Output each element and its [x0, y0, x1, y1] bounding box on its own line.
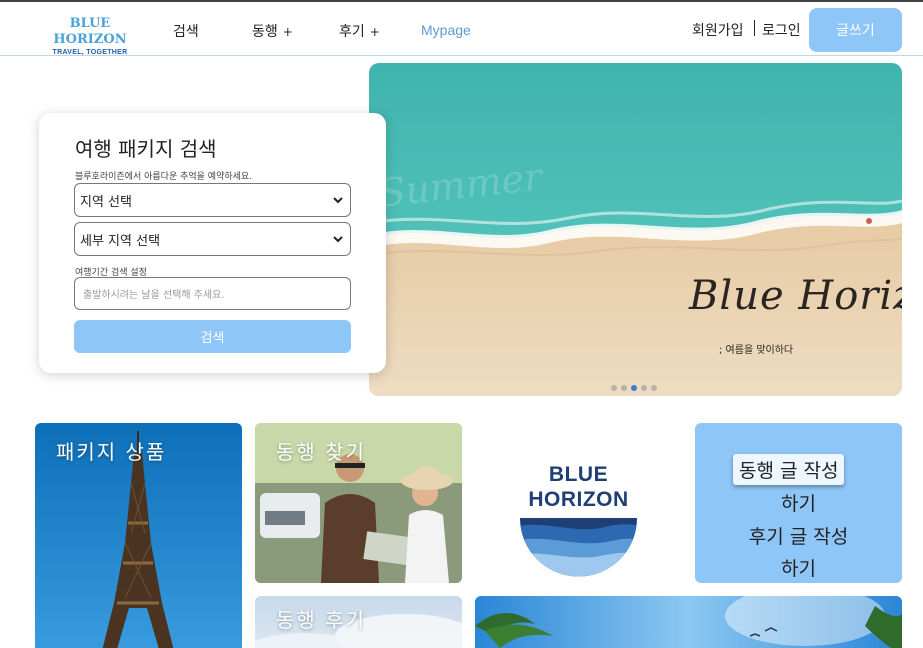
wave-logo-icon: [520, 518, 637, 577]
logo-title: BLUE HORIZON: [53, 16, 127, 47]
write-companion-link-suffix[interactable]: 하기: [695, 489, 902, 516]
tile-companion-review[interactable]: 동행 후기: [255, 596, 462, 648]
carousel-dot[interactable]: [611, 385, 617, 391]
carousel-dot-active[interactable]: [631, 385, 637, 391]
carousel-indicators: [611, 385, 657, 391]
carousel-dot[interactable]: [621, 385, 627, 391]
beach-illustration: [369, 63, 902, 396]
hero-subtitle: ; 여름을 맞이하다: [719, 345, 794, 356]
header: BLUE HORIZON TRAVEL, TOGETHER 검색 동행 + 후기 +…: [0, 2, 923, 56]
nav-companion-label: 동행: [252, 24, 278, 40]
write-post-button[interactable]: 글쓰기: [809, 8, 902, 52]
tropical-beach-photo: [475, 596, 902, 648]
tile-find-companion-label: 동행 찾기: [276, 440, 366, 464]
write-links: 동행 글 작성 하기 후기 글 작성 하기: [695, 423, 902, 583]
signup-link[interactable]: 회원가입: [692, 20, 744, 40]
tile-packages[interactable]: 패키지 상품: [35, 423, 242, 648]
chevron-down-icon: [333, 197, 343, 204]
search-submit-button[interactable]: 검색: [74, 320, 351, 353]
subregion-select-value: 세부 지역 선택: [80, 233, 161, 249]
tile-write-posts: 동행 글 작성 하기 후기 글 작성 하기: [695, 423, 902, 583]
search-description: 블루호라이즌에서 아름다운 추억을 예약하세요.: [75, 172, 253, 182]
subregion-select[interactable]: 세부 지역 선택: [74, 222, 351, 256]
nav-review-label: 후기: [339, 24, 365, 40]
write-review-link-suffix[interactable]: 하기: [695, 554, 902, 581]
hero-banner[interactable]: Summer Blue Horizon ; 여름을 맞이하다: [369, 63, 902, 396]
chevron-down-icon: [333, 236, 343, 243]
region-select[interactable]: 지역 선택: [74, 183, 351, 217]
write-review-link[interactable]: 후기 글 작성: [695, 522, 902, 549]
write-companion-link[interactable]: 동행 글 작성: [733, 454, 845, 485]
tile-find-companion[interactable]: 동행 찾기: [255, 423, 462, 583]
logo-tagline: TRAVEL, TOGETHER: [52, 49, 128, 56]
nav-review[interactable]: 후기 +: [339, 21, 380, 41]
carousel-dot[interactable]: [651, 385, 657, 391]
nav-companion[interactable]: 동행 +: [252, 21, 293, 41]
page: BLUE HORIZON TRAVEL, TOGETHER 검색 동행 + 후기 +…: [0, 0, 923, 648]
date-input[interactable]: 출발하시려는 날을 선택해 주세요.: [74, 277, 351, 310]
nav-mypage[interactable]: Mypage: [421, 22, 471, 38]
login-link[interactable]: 로그인: [762, 20, 801, 40]
package-search-card: 여행 패키지 검색 블루호라이즌에서 아름다운 추억을 예약하세요. 지역 선택…: [39, 113, 386, 373]
hero-title: Blue Horizon: [689, 273, 902, 319]
tile-companion-review-label: 동행 후기: [276, 608, 366, 632]
tile-tropical-banner[interactable]: [475, 596, 902, 648]
carousel-dot[interactable]: [641, 385, 647, 391]
site-logo[interactable]: BLUE HORIZON TRAVEL, TOGETHER: [36, 16, 144, 57]
search-title: 여행 패키지 검색: [75, 137, 217, 161]
brand-logo-tile: BLUE HORIZON: [475, 423, 682, 583]
expand-plus-icon: +: [282, 25, 293, 39]
nav-search-label: 검색: [173, 24, 199, 40]
expand-plus-icon: +: [369, 25, 380, 39]
auth-divider: [754, 20, 755, 36]
region-select-value: 지역 선택: [80, 194, 132, 210]
nav-search[interactable]: 검색: [173, 21, 199, 41]
tile-packages-label: 패키지 상품: [56, 440, 167, 464]
